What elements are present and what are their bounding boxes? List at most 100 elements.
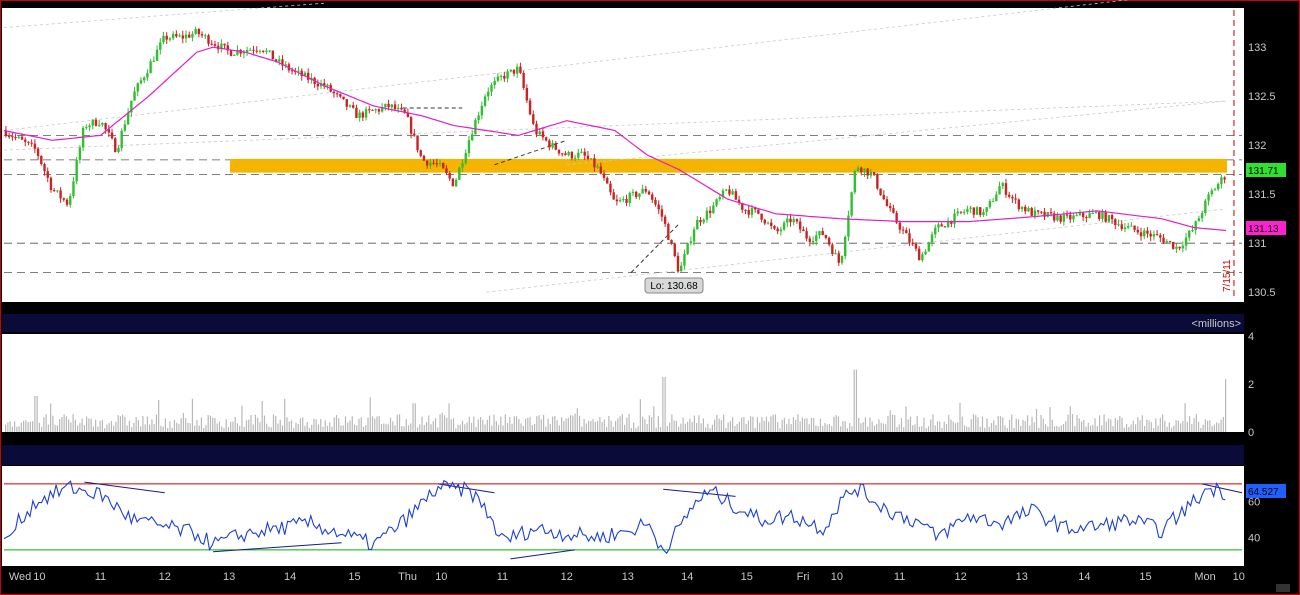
volume-bar <box>738 421 741 432</box>
volume-bar <box>383 423 385 432</box>
volume-bar <box>457 424 459 432</box>
candle-body <box>699 220 702 223</box>
volume-bar <box>806 418 808 432</box>
candle-body <box>171 33 175 39</box>
volume-bar <box>439 414 441 432</box>
volume-bar <box>279 419 281 432</box>
candle-body <box>1046 212 1049 217</box>
volume-bar <box>437 427 439 432</box>
volume-bar <box>1053 426 1056 432</box>
volume-bar <box>585 423 587 432</box>
candle-body <box>458 167 461 180</box>
volume-bar <box>1098 415 1101 432</box>
volume-bar <box>338 418 340 432</box>
volume-bar <box>140 426 142 432</box>
candle-body <box>1213 189 1217 191</box>
candle-body <box>178 35 181 37</box>
candle-body <box>339 94 342 97</box>
candle-body <box>1191 229 1194 231</box>
candle-body <box>1149 233 1152 237</box>
candle-body <box>123 124 127 131</box>
volume-bar <box>187 422 189 432</box>
volume-bar <box>689 418 691 432</box>
candle-body <box>142 77 146 81</box>
candle-body <box>715 199 718 206</box>
volume-bar <box>1017 419 1020 432</box>
candle-body <box>554 143 557 150</box>
volume-bar <box>990 423 993 432</box>
candle-body <box>1136 229 1140 233</box>
volume-bar <box>669 422 671 432</box>
volume-bar <box>385 424 387 432</box>
candle-body <box>1033 210 1037 216</box>
volume-bar <box>329 422 331 432</box>
volume-bar <box>666 426 668 432</box>
volume-bar <box>682 417 684 432</box>
volume-bar <box>664 376 666 432</box>
volume-bar <box>266 423 268 432</box>
volume-unit-label: <millions> <box>1191 318 1241 330</box>
volume-bar <box>815 425 817 432</box>
candle-body <box>1075 215 1078 217</box>
candle-body <box>175 33 178 37</box>
candle-body <box>589 158 593 160</box>
candle-body <box>885 199 889 207</box>
volume-bar <box>842 420 844 432</box>
volume-bar <box>979 426 981 432</box>
volume-bar <box>959 402 961 432</box>
candle-body <box>577 152 580 158</box>
volume-bar <box>1150 422 1152 432</box>
volume-bar <box>1020 426 1022 432</box>
time-tick-label: Wed <box>9 571 31 583</box>
volume-bar <box>389 417 392 432</box>
volume-bar <box>477 419 479 432</box>
candle-body <box>435 163 439 165</box>
volume-bar <box>790 424 792 432</box>
volume-bar <box>1125 423 1128 432</box>
volume-bar <box>1193 418 1195 432</box>
candle-body <box>36 148 40 156</box>
volume-bar <box>1182 421 1184 432</box>
candle-body <box>708 210 712 214</box>
time-tick-label: 10 <box>435 571 447 583</box>
volume-bar <box>473 416 475 432</box>
volume-bar <box>185 418 187 432</box>
volume-bar <box>86 416 88 432</box>
volume-bar <box>950 419 952 432</box>
volume-bar <box>876 423 878 432</box>
volume-bar <box>412 403 414 432</box>
volume-bar <box>896 427 898 432</box>
volume-bar <box>1015 418 1017 432</box>
volume-bar <box>1103 414 1105 432</box>
candle-body <box>56 190 59 192</box>
candle-body <box>442 163 445 169</box>
volume-bar <box>11 426 13 432</box>
candle-body <box>930 234 934 243</box>
candle-body <box>834 253 837 255</box>
volume-bar <box>601 421 603 432</box>
volume-bar <box>421 416 423 432</box>
time-tick-label: 13 <box>1016 571 1028 583</box>
time-tick-label: 14 <box>681 571 693 583</box>
volume-bar <box>1031 416 1033 432</box>
candle-body <box>856 167 860 172</box>
volume-bar <box>723 414 725 432</box>
candle-body <box>149 61 152 74</box>
volume-bar <box>862 422 864 432</box>
candle-body <box>673 243 676 257</box>
volume-bar <box>304 425 306 432</box>
candle-body <box>40 155 43 165</box>
time-tick-label: 12 <box>955 571 967 583</box>
volume-bar <box>356 425 358 432</box>
volume-tick-label: 4 <box>1248 331 1254 343</box>
candle-body <box>663 216 667 224</box>
volume-bar <box>326 425 329 432</box>
candle-body <box>78 147 82 161</box>
volume-bar <box>777 422 779 432</box>
candle-body <box>1188 230 1191 238</box>
volume-bar <box>1211 426 1213 432</box>
volume-bar <box>851 426 853 432</box>
volume-bar <box>684 423 686 432</box>
candle-body <box>432 162 435 164</box>
volume-bar <box>1110 419 1112 432</box>
